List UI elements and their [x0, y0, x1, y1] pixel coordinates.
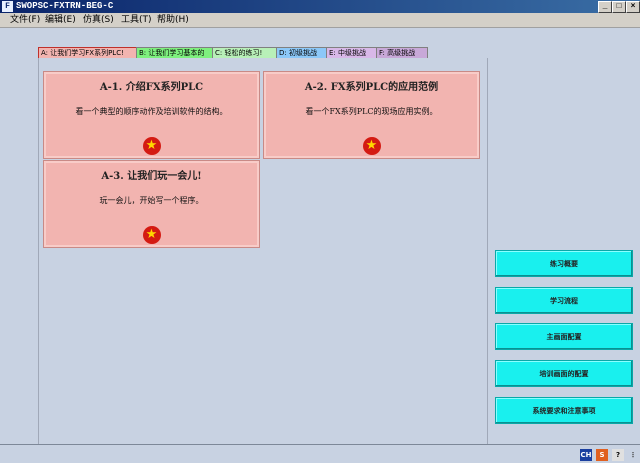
star-icon[interactable]: ★: [142, 137, 161, 155]
minimize-button[interactable]: _: [598, 1, 612, 13]
help-icon[interactable]: ?: [612, 449, 624, 461]
lesson-desc: 看一个典型的顺序动作及培训软件的结构。: [75, 107, 228, 116]
main-screen-config-button[interactable]: 主画面配置: [495, 323, 633, 350]
close-button[interactable]: ×: [626, 1, 640, 13]
system-requirements-button[interactable]: 系统要求和注意事项: [495, 397, 633, 424]
star-icon[interactable]: ★: [362, 137, 381, 155]
status-bar: CH S ? ⋮: [0, 445, 640, 463]
title-bar: F SWOPSC-FXTRN-BEG-C _ □ ×: [0, 0, 640, 13]
menu-help[interactable]: 帮助(H): [157, 13, 189, 27]
learning-flow-button[interactable]: 学习流程: [495, 287, 633, 314]
sogou-icon[interactable]: S: [596, 449, 608, 461]
exercise-overview-button[interactable]: 练习概要: [495, 250, 633, 277]
app-icon: F: [2, 1, 13, 12]
menu-edit[interactable]: 编辑(E): [45, 13, 76, 27]
window-title: SWOPSC-FXTRN-BEG-C: [16, 1, 114, 11]
ime-icon[interactable]: CH: [580, 449, 592, 461]
maximize-button[interactable]: □: [612, 1, 626, 13]
lesson-desc: 看一个FX系列PLC的现场应用实例。: [305, 107, 438, 116]
grip-icon: ⋮: [627, 449, 639, 461]
menu-bar: 文件(F) 编辑(E) 仿真(S) 工具(T) 帮助(H): [0, 13, 640, 28]
lesson-title: A-3. 让我们玩一会儿!: [101, 171, 202, 182]
menu-simulate[interactable]: 仿真(S): [83, 13, 114, 27]
menu-file[interactable]: 文件(F): [10, 13, 40, 27]
lesson-title: A-2. FX系列PLC的应用范例: [304, 82, 439, 93]
menu-tools[interactable]: 工具(T): [121, 13, 152, 27]
lesson-card-a3[interactable]: A-3. 让我们玩一会儿! 玩一会儿，开始写一个程序。 ★: [43, 160, 260, 248]
star-icon[interactable]: ★: [142, 226, 161, 244]
lesson-card-a1[interactable]: A-1. 介绍FX系列PLC 看一个典型的顺序动作及培训软件的结构。 ★: [43, 71, 260, 159]
lesson-card-a2[interactable]: A-2. FX系列PLC的应用范例 看一个FX系列PLC的现场应用实例。 ★: [263, 71, 480, 159]
lesson-desc: 玩一会儿，开始写一个程序。: [99, 196, 204, 205]
training-screen-config-button[interactable]: 培训画面的配置: [495, 360, 633, 387]
lesson-title: A-1. 介绍FX系列PLC: [99, 82, 204, 93]
